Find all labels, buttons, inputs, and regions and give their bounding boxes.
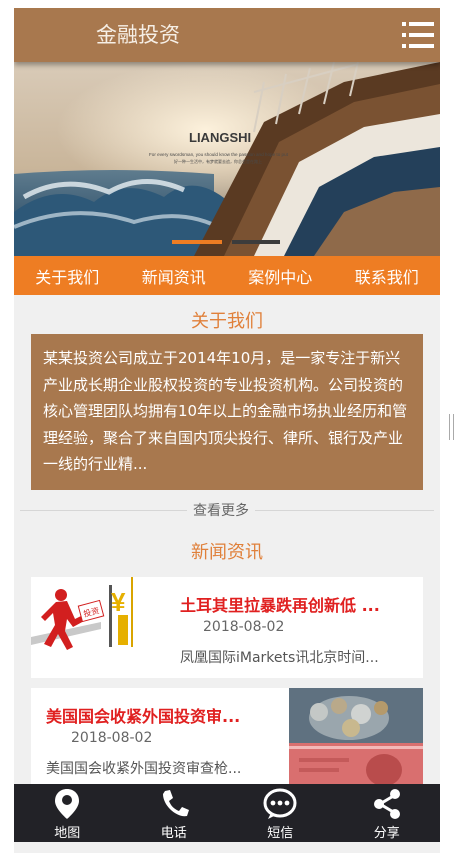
map-button[interactable]: 地图	[14, 784, 121, 842]
banner-subline: 好一种一生活中，有梦就要去追，你总会是在路上	[174, 158, 262, 164]
news-item[interactable]: 投资 ¥ 土耳其里拉暴跌再创新低 ... 2018-08-02 凤凰国际iMar…	[31, 577, 423, 678]
news-date: 2018-08-02	[71, 730, 153, 746]
nav-item-about[interactable]: 关于我们	[35, 264, 99, 288]
news-thumbnail: 投资 ¥	[31, 577, 165, 678]
main-nav: 关于我们 新闻资讯 案例中心 联系我们	[14, 256, 440, 295]
site-title: 金融投资	[96, 23, 180, 47]
bottom-toolbar: 地图 电话 短信 分享	[14, 784, 440, 842]
nav-item-contact[interactable]: 联系我们	[355, 264, 419, 288]
banner-image: LIANGSHI For every swordsman, you should…	[14, 62, 440, 256]
news-date: 2018-08-02	[203, 619, 285, 635]
slide-indicator-active[interactable]	[172, 240, 222, 244]
slide-indicator[interactable]	[232, 240, 280, 244]
banner-brand: LIANGSHI	[189, 130, 251, 145]
news-thumbnail	[289, 688, 423, 789]
hamburger-menu-icon[interactable]	[402, 21, 434, 49]
map-pin-icon	[55, 789, 80, 819]
phone-label: 电话	[160, 826, 187, 841]
about-summary: 某某投资公司成立于2014年10月，是一家专注于新兴产业成长期企业股权投资的专业…	[31, 334, 423, 490]
message-icon	[263, 788, 297, 819]
map-label: 地图	[54, 826, 81, 841]
phone-icon	[162, 790, 189, 817]
news-summary: 美国国会收紧外国投资审查枪...	[46, 761, 242, 777]
nav-item-cases[interactable]: 案例中心	[248, 264, 312, 288]
mobile-page: 金融投资 LIANGSHI For every swordsman, you s…	[14, 8, 440, 853]
nav-item-news[interactable]: 新闻资讯	[142, 264, 206, 288]
svg-text:¥: ¥	[111, 587, 126, 617]
view-more-link[interactable]: 查看更多	[187, 500, 255, 520]
site-header: 金融投资	[14, 8, 440, 62]
banner-carousel[interactable]: LIANGSHI For every swordsman, you should…	[14, 62, 440, 256]
phone-button[interactable]: 电话	[121, 784, 228, 842]
news-summary: 凤凰国际iMarkets讯北京时间...	[180, 650, 379, 666]
share-button[interactable]: 分享	[334, 784, 441, 842]
about-section-title: 关于我们	[191, 311, 263, 332]
banner-tagline: For every swordsman, you should know the…	[149, 152, 289, 157]
news-title[interactable]: 美国国会收紧外国投资审...	[46, 703, 281, 727]
news-section-title: 新闻资讯	[191, 542, 263, 563]
news-title[interactable]: 土耳其里拉暴跌再创新低 ...	[180, 592, 416, 616]
sms-label: 短信	[267, 826, 294, 841]
sms-button[interactable]: 短信	[227, 784, 334, 842]
news-item[interactable]: 美国国会收紧外国投资审... 2018-08-02 美国国会收紧外国投资审查枪.…	[31, 688, 423, 789]
scrollbar-handle[interactable]	[449, 414, 454, 440]
share-icon	[373, 789, 400, 819]
share-label: 分享	[373, 826, 400, 841]
